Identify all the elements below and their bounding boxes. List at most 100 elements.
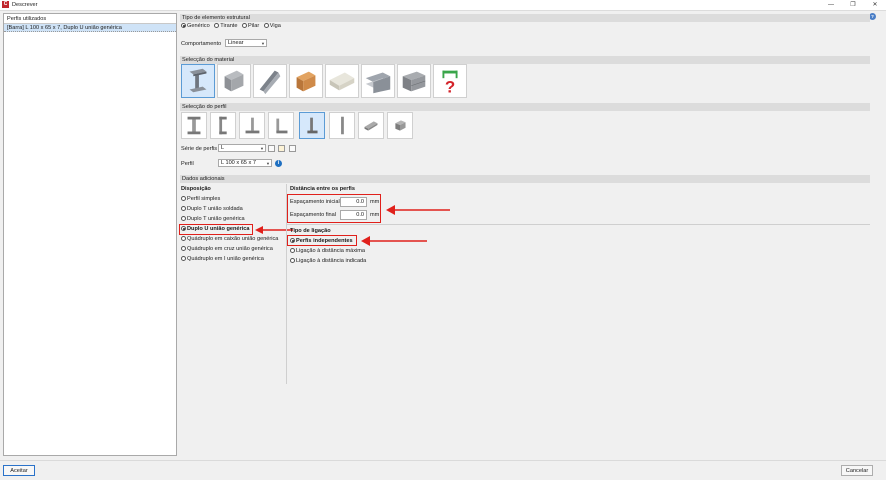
chevron-down-icon: ▼ xyxy=(266,161,270,166)
generic-material-icon: ? xyxy=(442,70,458,96)
cancel-button[interactable]: Cancelar xyxy=(841,465,873,476)
profile-c-tile[interactable] xyxy=(210,112,236,139)
edit-series-icon[interactable] xyxy=(278,145,285,152)
material-cold-formed-tile[interactable] xyxy=(253,64,287,98)
close-button[interactable]: ✕ xyxy=(864,0,886,10)
title-bar: C Descrever — ❐ ✕ xyxy=(0,0,886,11)
aluminium-icon xyxy=(329,72,355,91)
profile-i-tile[interactable] xyxy=(181,112,207,139)
profile-t-tile[interactable] xyxy=(239,112,265,139)
layout-radio-quad-i[interactable] xyxy=(181,256,186,261)
profile-flat-tile[interactable] xyxy=(329,112,355,139)
connection-radio-given-distance[interactable] xyxy=(290,258,295,263)
profile-round-tile[interactable] xyxy=(358,112,384,139)
series-label: Série de perfis xyxy=(181,146,218,152)
material-steel-tile[interactable] xyxy=(181,64,215,98)
section-additional: Dados adicionais xyxy=(180,175,870,183)
profile-angle-tile[interactable] xyxy=(268,112,294,139)
distance-title: Distância entre os perfis xyxy=(290,186,355,192)
t-profile-icon xyxy=(245,117,260,134)
radio-beam[interactable]: Viga xyxy=(263,23,284,29)
used-profiles-header: Perfis utilizados xyxy=(4,14,176,24)
horizontal-separator xyxy=(287,224,870,225)
wood-timber-icon xyxy=(296,71,316,92)
connection-option-max-distance[interactable]: Ligação à distância máxima xyxy=(290,248,365,254)
profile-angle-l-tile[interactable] xyxy=(299,112,325,139)
section-element-type: Tipo de elemento estrutural xyxy=(180,14,870,22)
layout-radio-quad-cross[interactable] xyxy=(181,246,186,251)
radio-tie[interactable]: Tirante xyxy=(214,23,240,29)
concrete-block-icon xyxy=(224,70,244,92)
section-profile: Selecção do perfil xyxy=(180,103,870,111)
new-series-icon[interactable] xyxy=(268,145,275,152)
profile-select[interactable]: L 100 x 65 x 7 ▼ xyxy=(218,159,272,167)
window-title: Descrever xyxy=(12,2,38,8)
composite-steel-icon xyxy=(365,72,391,94)
table-series-icon[interactable] xyxy=(289,145,296,152)
radio-beam-indicator[interactable] xyxy=(263,23,269,28)
accept-button[interactable]: Aceitar xyxy=(3,465,35,476)
material-concrete-tile[interactable] xyxy=(217,64,251,98)
layout-option-quad-box[interactable]: Quádruplo em caixão união genérica xyxy=(181,236,278,242)
connection-option-given-distance[interactable]: Ligação à distância indicada xyxy=(290,258,366,264)
chevron-down-icon: ▼ xyxy=(261,41,265,46)
restore-button[interactable]: ❐ xyxy=(842,0,864,10)
masonry-icon xyxy=(402,71,426,92)
profile-value: L 100 x 65 x 7 xyxy=(221,160,256,166)
angle-profile-icon xyxy=(276,118,288,134)
profile-label: Perfil xyxy=(181,161,194,167)
c-profile-icon xyxy=(219,116,227,135)
used-profiles-panel: Perfis utilizados [Barra] L 100 x 65 x 7… xyxy=(3,13,177,456)
layout-radio-double-t-welded[interactable] xyxy=(181,206,186,211)
highlight-spacing xyxy=(287,194,381,223)
layout-radio-double-t-generic[interactable] xyxy=(181,216,186,221)
behavior-value: Linear xyxy=(228,40,244,46)
square-bar-icon xyxy=(395,120,406,131)
behavior-label: Comportamento xyxy=(181,41,222,47)
round-bar-icon xyxy=(364,121,378,131)
angle-l-profile-icon xyxy=(307,117,318,134)
svg-text:?: ? xyxy=(445,77,455,96)
layout-option-double-t-generic[interactable]: Duplo T união genérica xyxy=(181,216,245,222)
red-arrow-icon xyxy=(386,205,450,215)
material-wood-tile[interactable] xyxy=(289,64,323,98)
cold-formed-steel-icon xyxy=(259,70,281,95)
help-icon[interactable]: ? xyxy=(869,13,876,20)
layout-option-quad-i[interactable]: Quádruplo em I união genérica xyxy=(181,256,264,262)
i-profile-icon xyxy=(187,116,201,135)
radio-column-indicator[interactable] xyxy=(242,23,248,28)
layout-option-quad-cross[interactable]: Quádruplo em cruz união genérica xyxy=(181,246,273,252)
radio-generic[interactable]: Genérico xyxy=(181,23,213,29)
app-logo-icon: C xyxy=(2,1,9,8)
element-type-radio-group: Genérico Tirante Pilar Viga xyxy=(181,23,284,29)
layout-title: Disposição xyxy=(181,186,211,192)
flat-bar-icon xyxy=(341,116,344,135)
connection-title: Tipo de ligação xyxy=(290,228,331,234)
layout-option-simple[interactable]: Perfil simples xyxy=(181,196,220,202)
layout-radio-quad-box[interactable] xyxy=(181,236,186,241)
connection-radio-max-distance[interactable] xyxy=(290,248,295,253)
radio-generic-indicator[interactable] xyxy=(181,23,186,28)
behavior-select[interactable]: Linear ▼ xyxy=(225,39,267,47)
highlight-layout-selection xyxy=(179,224,253,235)
radio-column[interactable]: Pilar xyxy=(242,23,262,29)
used-profile-item[interactable]: [Barra] L 100 x 65 x 7, Duplo U união ge… xyxy=(4,24,176,32)
layout-option-double-t-welded[interactable]: Duplo T união soldada xyxy=(181,206,243,212)
info-icon[interactable]: i xyxy=(275,160,282,167)
highlight-connection xyxy=(287,235,357,246)
material-aluminium-tile[interactable] xyxy=(325,64,359,98)
section-material: Selecção do material xyxy=(180,56,870,64)
material-masonry-tile[interactable] xyxy=(397,64,431,98)
material-generic-tile[interactable]: ? xyxy=(433,64,467,98)
layout-radio-simple[interactable] xyxy=(181,196,186,201)
chevron-down-icon: ▼ xyxy=(260,146,264,151)
material-composite-tile[interactable] xyxy=(361,64,395,98)
radio-tie-indicator[interactable] xyxy=(214,23,220,28)
profile-square-tile[interactable] xyxy=(387,112,413,139)
minimize-button[interactable]: — xyxy=(820,0,842,10)
red-arrow-icon xyxy=(361,236,427,246)
series-select[interactable]: L ▼ xyxy=(218,144,266,152)
footer-bar xyxy=(0,460,886,480)
series-value: L xyxy=(221,145,225,151)
steel-i-beam-icon xyxy=(189,68,207,93)
